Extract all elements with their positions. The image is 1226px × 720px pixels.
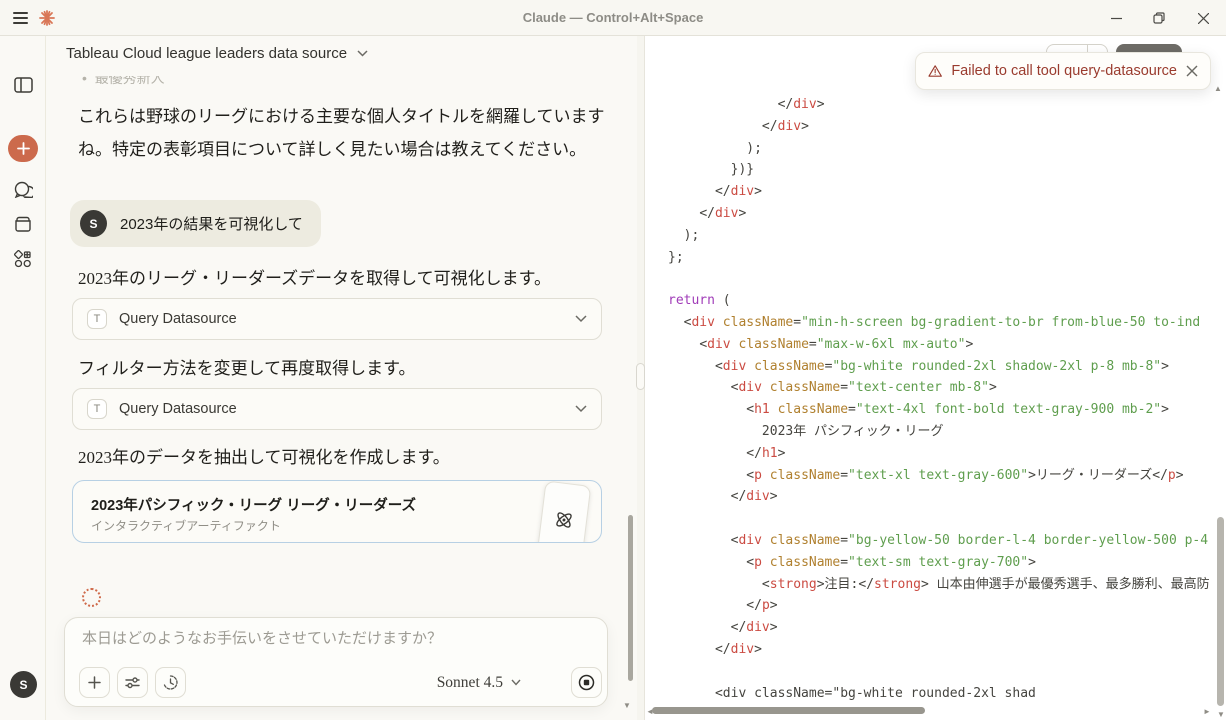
projects-icon[interactable] (7, 208, 39, 240)
assistant-step-text: フィルター方法を変更して再度取得します。 (78, 359, 416, 378)
code-vscrollbar-thumb[interactable] (1217, 517, 1224, 706)
restore-button[interactable] (1144, 0, 1174, 36)
code-line: }; (668, 249, 684, 265)
code-line: <p className="text-xl text-gray-600">リーグ… (746, 467, 1184, 483)
code-line: </div> (777, 97, 825, 112)
minimize-button[interactable] (1101, 0, 1131, 36)
tool-label: Query Datasource (119, 401, 237, 417)
clipped-list-item: • 最優秀新人 (82, 76, 165, 86)
warning-icon (928, 65, 942, 77)
composer: Sonnet 4.5 (64, 617, 608, 707)
user-message-text: 2023年の結果を可視化して (120, 216, 303, 233)
divider-drag-handle[interactable] (636, 363, 645, 390)
code-line: </div> (730, 620, 778, 636)
code-line: <div className="bg-white rounded-2xl sha… (714, 358, 1169, 374)
code-line: ); (683, 227, 700, 243)
code-line: <div className="text-center mb-8"> (730, 380, 997, 396)
scroll-down-arrow[interactable]: ▼ (1217, 711, 1225, 719)
artifact-subtitle: インタラクティブアーティファクト (91, 519, 281, 533)
artifact-preview-thumbnail (536, 481, 592, 542)
connectors-icon[interactable] (7, 243, 39, 275)
code-line: </h1> (746, 445, 786, 461)
stop-icon (578, 674, 595, 691)
code-line: ); (746, 140, 762, 156)
code-line: </div> (714, 641, 762, 657)
conversation-title: Tableau Cloud league leaders data source (66, 45, 348, 62)
tool-call-query-datasource[interactable]: T Query Datasource (72, 388, 602, 430)
chevron-down-icon (357, 50, 368, 57)
close-button[interactable] (1188, 0, 1218, 36)
code-line: 2023年 パシフィック・リーグ (761, 423, 944, 439)
assistant-text-line: ね。特定の表彰項目について詳しく見たい場合は教えてください。 (78, 140, 587, 159)
scroll-right-arrow[interactable]: ► (1203, 708, 1211, 716)
error-toast: Failed to call tool query-datasource (915, 52, 1211, 90)
artifact-title: 2023年パシフィック・リーグ リーグ・リーダーズ (91, 498, 416, 514)
scroll-down-arrow[interactable]: ▼ (623, 702, 631, 710)
attach-button[interactable] (79, 667, 110, 698)
stop-button[interactable] (571, 667, 602, 698)
artifact-code-panel: Failed to call tool query-datasource </d… (645, 36, 1226, 720)
window-title: Claude — Control+Alt+Space (522, 10, 704, 25)
chevron-down-icon (575, 405, 587, 413)
assistant-message: これらは野球のリーグにおける主要な個人タイトルを網羅しています ね。特定の表彰項… (78, 100, 605, 166)
code-line: <div className="max-w-6xl mx-auto"> (699, 336, 974, 352)
model-selector[interactable]: Sonnet 4.5 (437, 667, 521, 698)
code-editor[interactable]: </div> </div> ); })} </div> </div> );}; r… (668, 94, 1212, 704)
tools-button[interactable] (117, 667, 148, 698)
user-avatar: S (80, 210, 107, 237)
sidebar-toggle-icon[interactable] (7, 69, 39, 101)
account-avatar[interactable]: S (10, 671, 37, 698)
titlebar: Claude — Control+Alt+Space (0, 0, 1226, 36)
loading-spinner-icon (82, 588, 101, 607)
chats-icon[interactable] (7, 173, 39, 205)
sliders-icon (125, 677, 140, 689)
code-line: <div className="bg-yellow-50 border-l-4 … (730, 532, 1209, 548)
chevron-down-icon (511, 679, 521, 686)
code-line: </div> (714, 184, 762, 200)
plus-icon (88, 676, 101, 689)
chat-panel: Tableau Cloud league leaders data source… (46, 36, 637, 720)
code-line: <div className="min-h-screen bg-gradient… (683, 314, 1201, 330)
code-line: <div className="bg-white rounded-2xl sha… (714, 685, 1036, 701)
user-message: S 2023年の結果を可視化して (70, 200, 321, 247)
toast-close-icon[interactable] (1186, 65, 1198, 77)
history-button[interactable] (155, 667, 186, 698)
code-line: </p> (746, 598, 778, 614)
left-rail: S (0, 36, 46, 720)
chat-scrollbar-thumb[interactable] (628, 515, 633, 681)
assistant-step-text: 2023年のリーグ・リーダーズデータを取得して可視化します。 (78, 269, 551, 288)
code-line: })} (730, 162, 755, 178)
code-line: </div> (699, 205, 747, 221)
atom-icon (556, 512, 572, 528)
conversation-title-menu[interactable]: Tableau Cloud league leaders data source (66, 45, 368, 62)
code-line: <strong>注目:</strong> 山本由伸選手が最優秀選手、最多勝利、最… (761, 576, 1210, 592)
tool-call-query-datasource[interactable]: T Query Datasource (72, 298, 602, 340)
app-window: Claude — Control+Alt+Space S Tableau Clo… (0, 0, 1226, 720)
clock-history-icon (163, 675, 178, 690)
tool-icon: T (87, 399, 107, 419)
code-line: </div> (730, 489, 778, 505)
code-hscrollbar-thumb[interactable] (652, 707, 925, 714)
assistant-step-text: 2023年のデータを抽出して可視化を作成します。 (78, 448, 450, 467)
scroll-up-arrow[interactable]: ▲ (1214, 85, 1222, 93)
assistant-text-line: これらは野球のリーグにおける主要な個人タイトルを網羅しています (78, 107, 605, 126)
toast-message: Failed to call tool query-datasource (951, 63, 1177, 79)
code-line: </div> (761, 118, 809, 134)
panel-resize-divider[interactable] (636, 36, 645, 720)
code-line: return ( (668, 293, 731, 309)
new-chat-button[interactable] (8, 135, 38, 162)
tool-label: Query Datasource (119, 311, 237, 327)
tool-icon: T (87, 309, 107, 329)
chevron-down-icon (575, 315, 587, 323)
model-name: Sonnet 4.5 (436, 673, 503, 691)
message-input[interactable] (82, 630, 582, 647)
code-line: <h1 className="text-4xl font-bold text-g… (746, 402, 1169, 418)
code-line: <p className="text-sm text-gray-700"> (746, 554, 1036, 570)
artifact-card[interactable]: 2023年パシフィック・リーグ リーグ・リーダーズ インタラクティブアーティファ… (72, 480, 602, 543)
